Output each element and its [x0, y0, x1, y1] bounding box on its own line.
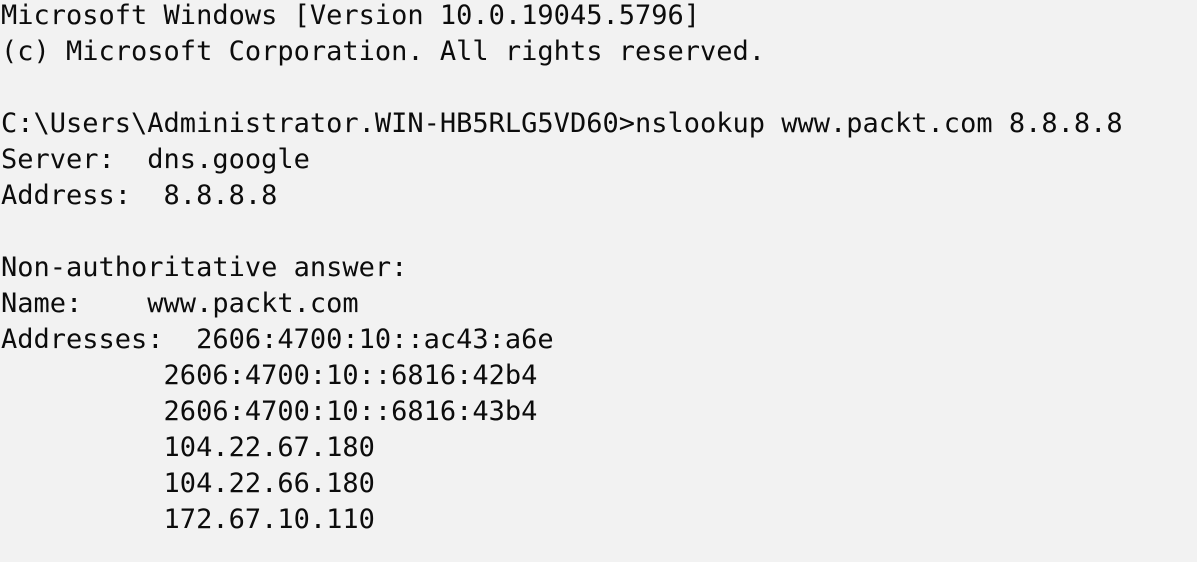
console-line-addresses: Addresses: 2606:4700:10::ac43:a6e: [1, 324, 554, 355]
console-line-address-6: 172.67.10.110: [1, 504, 375, 535]
console-line-version: Microsoft Windows [Version 10.0.19045.57…: [1, 0, 700, 31]
console-line-nonauth: Non-authoritative answer:: [1, 252, 408, 283]
console-line-address-3: 2606:4700:10::6816:43b4: [1, 396, 538, 427]
console-line-server: Server: dns.google: [1, 144, 310, 175]
console-line-address: Address: 8.8.8.8: [1, 180, 278, 211]
console-line-name: Name: www.packt.com: [1, 288, 359, 319]
console-line-command: C:\Users\Administrator.WIN-HB5RLG5VD60>n…: [1, 108, 1123, 139]
console-window[interactable]: Microsoft Windows [Version 10.0.19045.57…: [0, 0, 1197, 560]
console-line-address-2: 2606:4700:10::6816:42b4: [1, 360, 538, 391]
console-line-copyright: (c) Microsoft Corporation. All rights re…: [1, 36, 766, 67]
console-line-address-4: 104.22.67.180: [1, 432, 375, 463]
console-line-address-5: 104.22.66.180: [1, 468, 375, 499]
